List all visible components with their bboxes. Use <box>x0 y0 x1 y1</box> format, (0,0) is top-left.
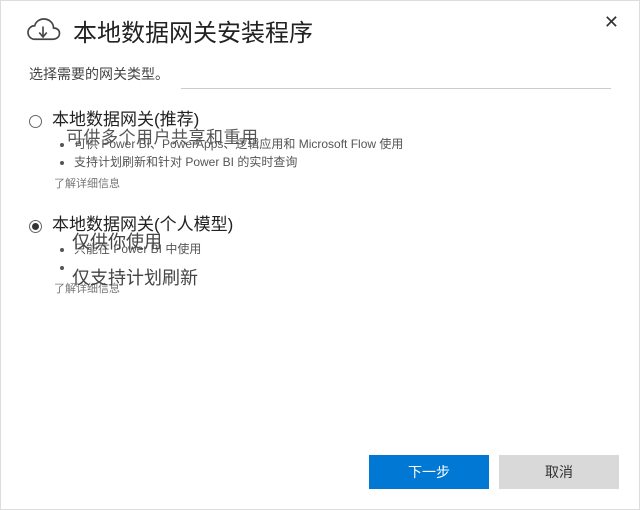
close-button[interactable]: ✕ <box>598 11 625 33</box>
dialog-title: 本地数据网关安装程序 <box>73 13 313 48</box>
next-button[interactable]: 下一步 <box>369 455 489 489</box>
cloud-download-icon <box>25 17 61 45</box>
cancel-button[interactable]: 取消 <box>499 455 619 489</box>
option-recommended-title: 本地数据网关(推荐) <box>52 109 611 131</box>
option-personal-bullets: 只能在 Power BI 中使用 <box>74 240 611 276</box>
list-item: 只能在 Power BI 中使用 <box>74 240 611 258</box>
list-item: 可供 Power BI、PowerApps、逻辑应用和 Microsoft Fl… <box>74 135 611 153</box>
option-personal-title: 本地数据网关(个人模型) <box>52 214 611 236</box>
gateway-options: 本地数据网关(推荐) 可供多个用户共享和重用 可供 Power BI、Power… <box>1 89 639 297</box>
dialog-footer: 下一步 取消 <box>369 455 619 489</box>
list-item: 支持计划刷新和针对 Power BI 的实时查询 <box>74 153 611 171</box>
learn-more-link[interactable]: 了解详细信息 <box>54 175 120 191</box>
radio-personal[interactable] <box>29 220 42 233</box>
list-item <box>74 258 611 276</box>
dialog-header: 本地数据网关安装程序 ✕ <box>1 1 639 56</box>
radio-recommended[interactable] <box>29 115 42 128</box>
dialog-subtitle: 选择需要的网关类型。 <box>1 56 639 88</box>
option-personal: 本地数据网关(个人模型) 仅供你使用 仅支持计划刷新 只能在 Power BI … <box>29 214 611 297</box>
option-recommended-bullets: 可供 Power BI、PowerApps、逻辑应用和 Microsoft Fl… <box>74 135 611 171</box>
learn-more-link[interactable]: 了解详细信息 <box>54 280 120 296</box>
option-recommended: 本地数据网关(推荐) 可供多个用户共享和重用 可供 Power BI、Power… <box>29 109 611 192</box>
